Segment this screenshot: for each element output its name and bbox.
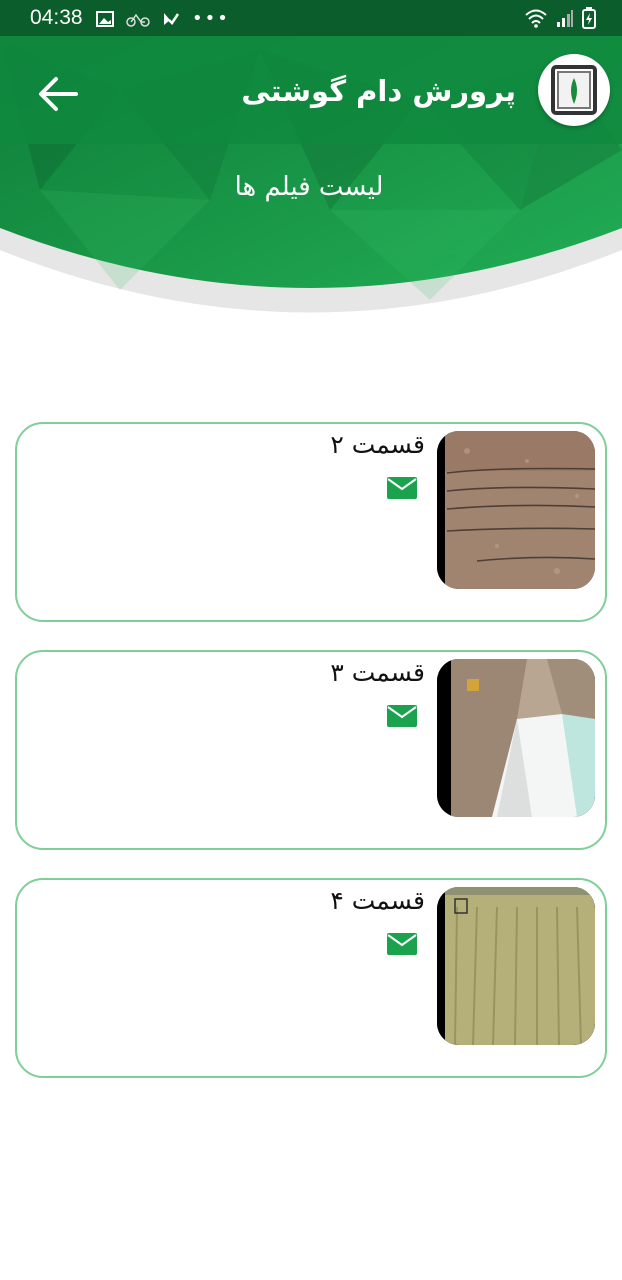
battery-charging-icon [582,7,596,29]
canal-rocks-photo [437,659,595,817]
header-background [0,0,622,313]
rice-field-photo [437,887,595,1045]
status-icons-right [524,7,596,29]
video-thumbnail [437,887,595,1045]
mail-icon[interactable] [387,705,417,727]
app-title: پرورش دام گوشتی [241,74,516,108]
screen: 04:38 ••• پرورش دام گوشتی لیست فیلم ها ق… [0,0,622,1280]
video-title: قسمت ۲ [330,430,425,459]
wifi-icon [525,9,547,28]
video-card[interactable]: قسمت ۴ [15,878,607,1078]
mail-icon[interactable] [387,933,417,955]
mail-icon[interactable] [387,477,417,499]
section-title-text: لیست فیلم ها [234,172,384,202]
app-logo [538,54,610,126]
header: 04:38 ••• پرورش دام گوشتی لیست فیلم ها [0,0,622,340]
video-title: قسمت ۴ [330,886,425,915]
notification-check-icon [164,12,180,25]
status-icons-left: ••• [96,8,230,29]
video-card[interactable]: قسمت ۲ [15,422,607,622]
status-bar: 04:38 ••• [0,0,622,36]
video-thumbnail [437,431,595,589]
gallery-icon [96,10,114,27]
video-card[interactable]: قسمت ۳ [15,650,607,850]
section-title: لیست فیلم ها [0,172,622,202]
more-notifications-icon: ••• [192,8,230,29]
bike-icon [126,13,150,27]
back-button[interactable] [32,68,84,120]
status-time: 04:38 [30,6,83,29]
arrow-left-icon [39,77,78,111]
video-title: قسمت ۳ [330,658,425,687]
video-thumbnail [437,659,595,817]
dry-soil-photo [437,431,595,589]
signal-icon [557,10,573,27]
app-logo-icon [551,65,597,115]
